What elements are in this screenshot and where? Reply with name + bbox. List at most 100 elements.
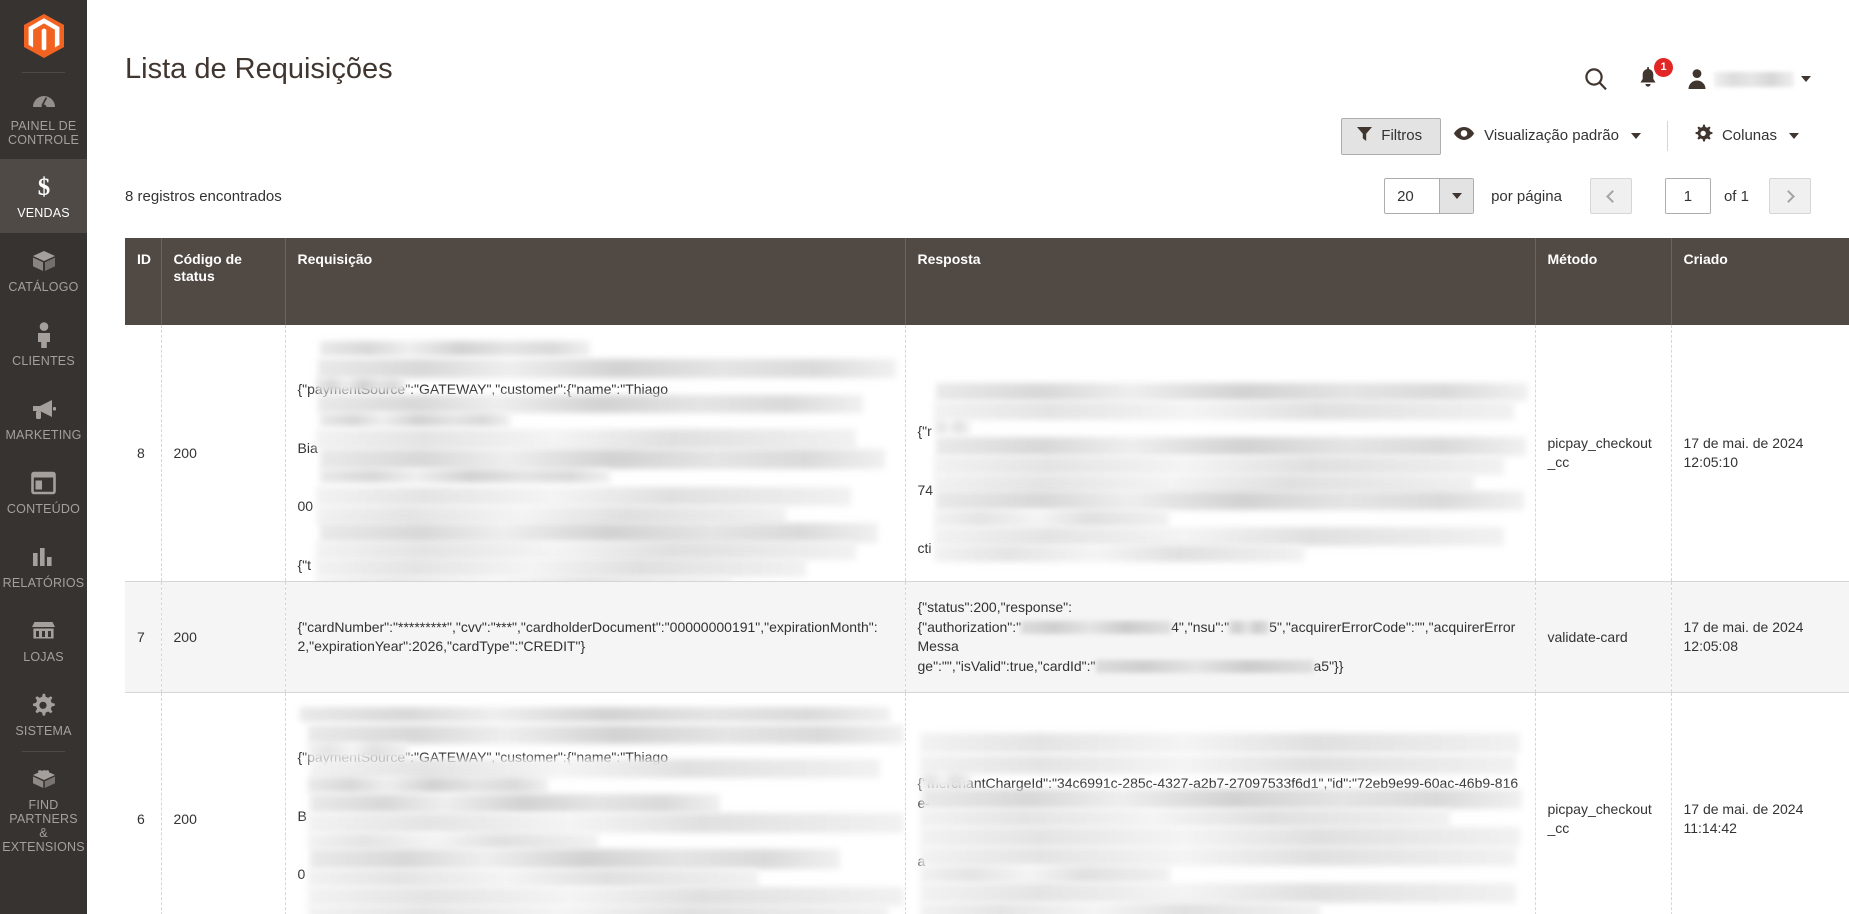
response-line-2b: 4","nsu":" — [1171, 618, 1230, 635]
json-line: {"t — [297, 556, 312, 573]
cell-created: 17 de mai. de 2024 12:05:10 — [1671, 325, 1849, 582]
cell-method: picpay_checkout_cc — [1535, 325, 1672, 582]
column-header-request[interactable]: Requisição — [285, 238, 906, 325]
magento-logo[interactable] — [0, 0, 87, 72]
sidebar-item-system[interactable]: SISTEMA — [0, 677, 87, 751]
table-row[interactable]: 6 200 {"paymentSource":"GATEWAY","custom… — [125, 692, 1849, 914]
sidebar-item-label: CONTEÚDO — [6, 502, 81, 516]
columns-dropdown[interactable]: Colunas — [1682, 116, 1811, 156]
gear-icon — [29, 691, 59, 719]
response-line-3b: a5"}} — [1313, 657, 1344, 674]
created-date: 17 de mai. de 2024 — [1683, 619, 1804, 635]
request-json-redacted: {"paymentSource":"GATEWAY","customer":{"… — [297, 341, 896, 581]
created-date: 17 de mai. de 2024 — [1683, 435, 1804, 451]
user-menu[interactable] — [1687, 68, 1811, 90]
sidebar-item-label: CLIENTES — [12, 354, 75, 368]
chevron-down-icon — [1801, 76, 1811, 82]
cell-created: 17 de mai. de 2024 11:14:42 — [1671, 692, 1849, 914]
sidebar-item-content[interactable]: CONTEÚDO — [0, 455, 87, 529]
next-page-button[interactable] — [1769, 178, 1811, 214]
cell-response: {"r 74 cti [{" us 03 {"r "b B* ns — [905, 325, 1536, 582]
previous-page-button[interactable] — [1589, 178, 1632, 214]
grid-wrapper: ID Código de status Requisição Resposta … — [87, 214, 1849, 914]
megaphone-icon — [29, 395, 59, 423]
sidebar-item-dashboard[interactable]: PAINEL DE CONTROLE — [0, 73, 87, 159]
request-json-redacted: {"paymentSource":"GATEWAY","customer":{"… — [297, 707, 904, 914]
sidebar-item-label: SISTEMA — [15, 724, 72, 738]
notifications-button[interactable]: 1 — [1637, 58, 1673, 91]
sidebar-item-label: RELATÓRIOS — [2, 576, 85, 590]
request-json: {"cardNumber":"*********","cvv":"***","c… — [297, 618, 878, 655]
sidebar-item-stores[interactable]: LOJAS — [0, 603, 87, 677]
response-line-3a: ge":"","isValid":true,"cardId":" — [917, 657, 1096, 674]
json-line: {"r — [917, 423, 932, 439]
sidebar-item-reports[interactable]: RELATÓRIOS — [0, 529, 87, 603]
sidebar-item-partners[interactable]: FIND PARTNERS & EXTENSIONS — [0, 752, 87, 866]
cell-created: 17 de mai. de 2024 12:05:08 — [1671, 581, 1849, 693]
user-name-redacted — [1714, 71, 1794, 87]
column-header-method[interactable]: Método — [1535, 238, 1672, 325]
json-line: {"paymentSource":"GATEWAY","customer":{"… — [297, 381, 669, 397]
user-avatar-icon — [1688, 69, 1706, 89]
search-icon[interactable] — [1583, 66, 1609, 92]
records-found-label: 8 registros encontrados — [125, 187, 282, 205]
grid-toolbar: Filtros Visualização padrão Colunas — [87, 92, 1849, 156]
per-page-selector[interactable]: 20 — [1384, 178, 1475, 214]
chevron-down-icon — [1789, 133, 1799, 139]
box-icon — [29, 247, 59, 275]
response-line-2a: {"authorization":" — [917, 618, 1022, 635]
toolbar-separator — [1666, 121, 1668, 151]
column-header-status-code[interactable]: Código de status — [161, 238, 286, 325]
response-line-1: {"status":200,"response": — [917, 599, 1073, 615]
cell-response: {"status":200,"response": {"authorization… — [905, 581, 1536, 693]
filters-button[interactable]: Filtros — [1341, 117, 1442, 155]
sidebar-item-label: MARKETING — [5, 428, 82, 442]
default-view-label: Visualização padrão — [1484, 127, 1619, 144]
response-json-redacted: {"r 74 cti [{" us 03 {"r "b B* ns — [917, 341, 1528, 565]
sidebar-item-customers[interactable]: CLIENTES — [0, 307, 87, 381]
per-page-toggle[interactable] — [1439, 179, 1474, 213]
sidebar-item-label: FIND PARTNERS & EXTENSIONS — [2, 798, 85, 854]
svg-text:$: $ — [37, 174, 50, 200]
current-page-input[interactable] — [1664, 178, 1711, 214]
brick-icon — [29, 765, 59, 793]
sidebar-item-label: CATÁLOGO — [8, 280, 79, 294]
cell-request: {"paymentSource":"GATEWAY","customer":{"… — [285, 692, 906, 914]
admin-sidebar: PAINEL DE CONTROLE $ VENDAS CATÁLOGO CLI… — [0, 0, 87, 914]
column-header-response[interactable]: Resposta — [905, 238, 1536, 325]
table-row[interactable]: 7 200 {"cardNumber":"*********","cvv":"*… — [125, 581, 1849, 693]
json-line: [ — [918, 911, 1523, 914]
column-header-created[interactable]: Criado — [1671, 238, 1849, 325]
sidebar-item-catalog[interactable]: CATÁLOGO — [0, 233, 87, 307]
cell-status-code: 200 — [161, 692, 286, 914]
table-row[interactable]: 8 200 {"paymentSource":"GATEWAY","custom… — [125, 325, 1849, 582]
sidebar-item-label: PAINEL DE CONTROLE — [7, 119, 80, 147]
json-line: {"paymentSource":"GATEWAY","customer":{"… — [297, 749, 669, 765]
cell-id: 7 — [125, 581, 162, 693]
default-view-dropdown[interactable]: Visualização padrão — [1441, 118, 1653, 154]
cell-method: picpay_checkout_cc — [1535, 692, 1672, 914]
gear-icon — [1694, 124, 1713, 148]
json-line: a — [917, 853, 926, 869]
store-icon — [29, 617, 59, 645]
chevron-down-icon — [1630, 133, 1641, 139]
sidebar-item-sales[interactable]: $ VENDAS — [0, 159, 87, 233]
requests-table: ID Código de status Requisição Resposta … — [125, 238, 1849, 914]
dollar-icon: $ — [29, 173, 59, 201]
table-header-row: ID Código de status Requisição Resposta … — [125, 238, 1849, 325]
dashboard-icon — [29, 86, 59, 114]
total-pages-label: of 1 — [1723, 187, 1749, 205]
per-page-value: 20 — [1397, 187, 1414, 205]
page-title: Lista de Requisições — [125, 53, 393, 85]
filters-label: Filtros — [1381, 127, 1423, 144]
main-content: Lista de Requisições 1 Filtros Visualiza… — [87, 0, 1849, 914]
column-header-id[interactable]: ID — [125, 238, 162, 325]
cell-id: 6 — [125, 692, 162, 914]
cell-status-code: 200 — [161, 325, 286, 582]
json-line: cti — [917, 540, 932, 556]
json-line: 00 — [297, 498, 314, 514]
sidebar-item-marketing[interactable]: MARKETING — [0, 381, 87, 455]
page-header: Lista de Requisições 1 — [87, 0, 1849, 92]
eye-icon — [1453, 126, 1475, 146]
chevron-down-icon — [1451, 193, 1462, 199]
